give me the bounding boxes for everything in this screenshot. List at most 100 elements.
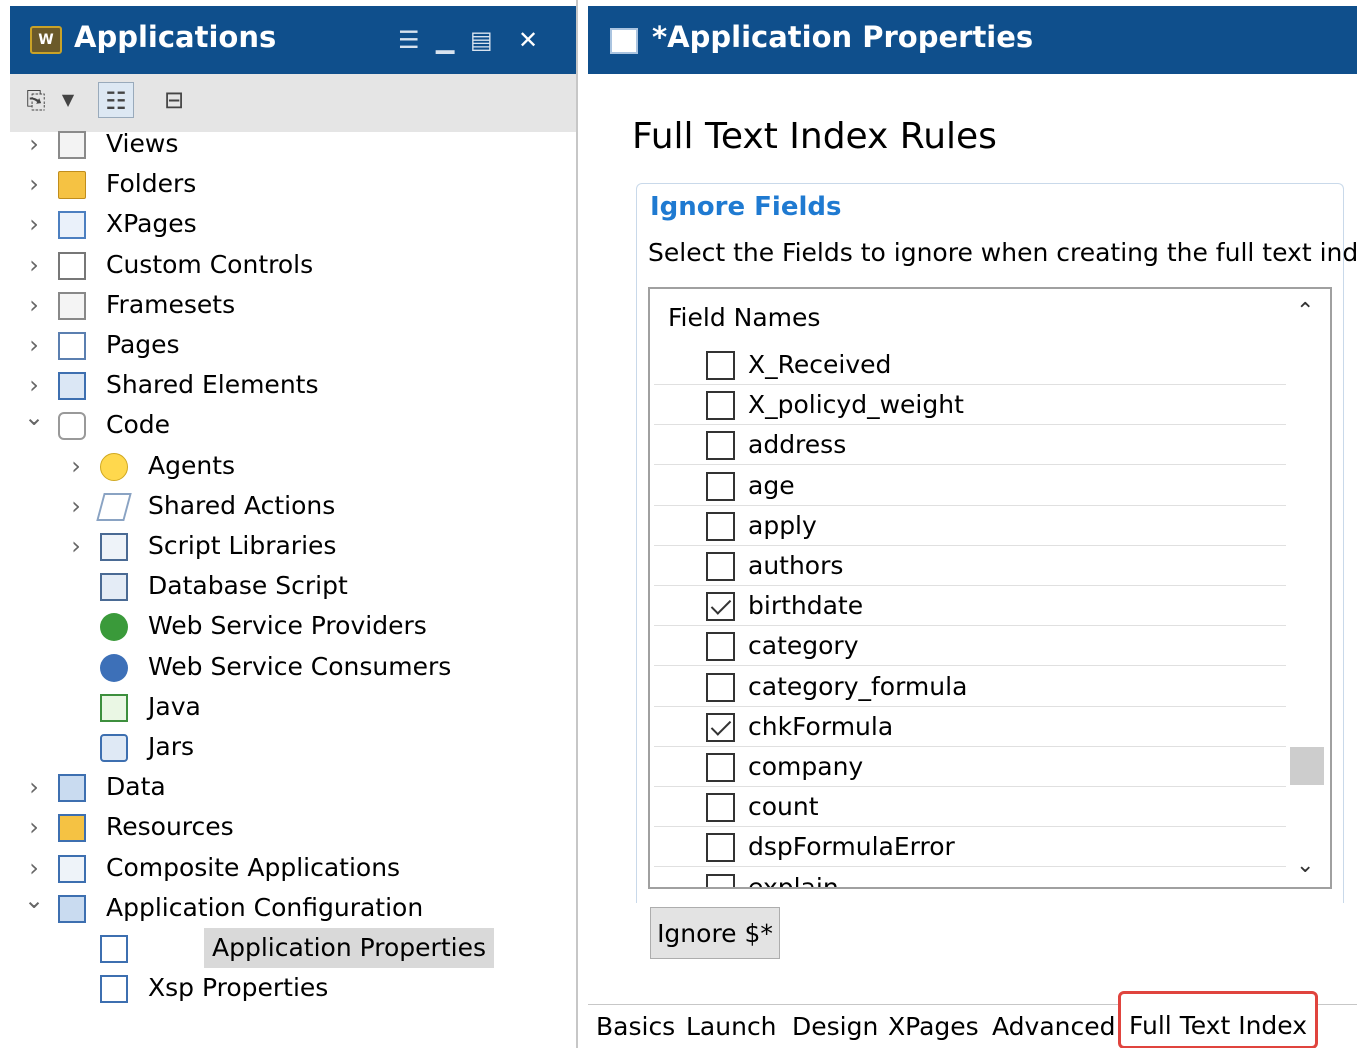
ignore-dollar-button[interactable]: Ignore $* (650, 907, 780, 959)
field-checkbox[interactable] (706, 471, 735, 501)
tab-basics[interactable]: Basics (588, 1005, 685, 1048)
maximize-icon[interactable]: ▤ (470, 28, 493, 52)
tree-item-java[interactable]: Java (64, 687, 542, 727)
tree-item-data[interactable]: › Data (22, 767, 542, 807)
tree-item-shared-elements[interactable]: › Shared Elements (22, 365, 542, 405)
field-row[interactable]: chkFormula (654, 707, 1286, 747)
field-row[interactable]: dspFormulaError (654, 827, 1286, 868)
lightning-icon (96, 492, 132, 521)
field-checkbox[interactable] (706, 632, 735, 662)
tree-item-label: Shared Elements (106, 370, 319, 400)
tree-item-label: Java (148, 691, 201, 721)
field-row[interactable]: explain (654, 868, 1286, 887)
app-config-icon (58, 894, 86, 923)
section-title[interactable]: Ignore Fields (650, 192, 841, 222)
section-description: Select the Fields to ignore when creatin… (648, 238, 1357, 267)
field-checkbox[interactable] (706, 712, 735, 742)
field-checkbox[interactable] (706, 672, 735, 702)
tab-launch[interactable]: Launch (678, 1005, 786, 1048)
chevron-right-icon[interactable]: › (22, 245, 46, 285)
chevron-right-icon[interactable]: › (64, 486, 88, 526)
field-checkbox[interactable] (706, 592, 735, 622)
tree-item-xpages[interactable]: › XPages (22, 204, 542, 244)
field-row[interactable]: company (654, 747, 1286, 787)
tab-advanced[interactable]: Advanced (984, 1005, 1125, 1048)
tab-full-text-index[interactable]: Full Text Index (1118, 991, 1319, 1048)
tree-item-agents[interactable]: › Agents (64, 446, 542, 486)
field-checkbox[interactable] (706, 753, 735, 782)
tree-item-application-configuration[interactable]: ⌄ Application Configuration (22, 886, 542, 928)
xsp-properties-icon (100, 975, 128, 1004)
chevron-right-icon[interactable]: › (64, 446, 88, 486)
tree-item-application-properties[interactable]: Application Properties (64, 928, 542, 968)
close-icon[interactable]: ✕ (518, 28, 538, 52)
resources-icon (58, 814, 86, 843)
chevron-down-icon[interactable]: ⌄ (22, 397, 46, 437)
tree-item-script-libraries[interactable]: › Script Libraries (64, 526, 542, 566)
field-name: category (748, 631, 859, 661)
applications-panel-title: Applications (74, 20, 277, 54)
view-menu-icon[interactable]: ☰ (398, 28, 420, 52)
dropdown-arrow-icon[interactable]: ▼ (58, 82, 78, 118)
field-row[interactable]: category (654, 626, 1286, 667)
field-checkbox[interactable] (706, 873, 735, 887)
collapse-all-icon[interactable]: ⊟ (156, 82, 192, 118)
field-checkbox[interactable] (706, 833, 735, 863)
field-row[interactable]: address (654, 425, 1286, 466)
field-name: count (748, 792, 819, 822)
field-row[interactable]: apply (654, 506, 1286, 546)
chevron-right-icon[interactable]: › (22, 325, 46, 365)
tab-design[interactable]: Design (784, 1005, 888, 1048)
chevron-right-icon[interactable]: › (22, 285, 46, 325)
new-design-element-icon[interactable]: ⎘ (18, 82, 54, 118)
tree-item-label: Resources (106, 812, 234, 842)
field-row[interactable]: age (654, 466, 1286, 506)
chevron-right-icon[interactable]: › (22, 767, 46, 807)
chevron-right-icon[interactable]: › (22, 164, 46, 204)
scrollbar-thumb[interactable] (1290, 747, 1324, 785)
editor-title: *Application Properties (652, 20, 1034, 54)
tree-item-framesets[interactable]: › Framesets (22, 285, 542, 325)
tree-item-xsp-properties[interactable]: Xsp Properties (64, 968, 542, 1008)
chevron-right-icon[interactable]: › (22, 204, 46, 244)
chevron-right-icon[interactable]: › (64, 526, 88, 566)
field-row[interactable]: category_formula (654, 667, 1286, 707)
field-checkbox[interactable] (706, 793, 735, 823)
chevron-right-icon[interactable]: › (22, 124, 46, 164)
shared-elements-icon (58, 372, 86, 401)
tree-item-web-service-providers[interactable]: Web Service Providers (64, 606, 542, 646)
tree-item-resources[interactable]: › Resources (22, 807, 542, 847)
field-checkbox[interactable] (706, 351, 735, 380)
field-row[interactable]: birthdate (654, 586, 1286, 627)
scroll-down-icon[interactable]: ⌄ (1296, 853, 1314, 878)
field-name: company (748, 752, 864, 781)
tab-xpages[interactable]: XPages (880, 1005, 988, 1048)
chevron-right-icon[interactable]: › (22, 807, 46, 847)
tree-item-pages[interactable]: › Pages (22, 325, 542, 365)
tree-item-database-script[interactable]: Database Script (64, 566, 542, 606)
panel-divider[interactable] (576, 0, 588, 1048)
tree-item-code[interactable]: ⌄ Code (22, 403, 542, 445)
tree-item-custom-controls[interactable]: › Custom Controls (22, 245, 542, 285)
tree-item-label: Folders (106, 169, 197, 199)
field-row[interactable]: authors (654, 546, 1286, 586)
minimize-icon[interactable]: ▁ (436, 28, 454, 52)
tree-item-web-service-consumers[interactable]: Web Service Consumers (64, 647, 542, 687)
field-row[interactable]: X_Received (654, 345, 1286, 385)
tree-item-jars[interactable]: Jars (64, 727, 542, 767)
field-names-header: Field Names (668, 303, 821, 332)
scroll-up-icon[interactable]: ⌃ (1296, 299, 1314, 324)
tree-item-shared-actions[interactable]: › Shared Actions (64, 486, 542, 526)
field-row[interactable]: X_policyd_weight (654, 385, 1286, 426)
field-checkbox[interactable] (706, 511, 735, 541)
field-names-table[interactable]: Field Names X_Received X_policyd_weight ad… (648, 287, 1332, 889)
chevron-down-icon[interactable]: ⌄ (22, 880, 46, 920)
tree-item-views[interactable]: › Views (22, 124, 542, 164)
tree-item-folders[interactable]: › Folders (22, 164, 542, 204)
show-tree-icon[interactable]: ☷ (98, 82, 134, 118)
field-row[interactable]: count (654, 787, 1286, 828)
field-checkbox[interactable] (706, 552, 735, 581)
tree-item-composite-applications[interactable]: › Composite Applications (22, 848, 542, 888)
field-checkbox[interactable] (706, 431, 735, 461)
field-checkbox[interactable] (706, 391, 735, 421)
